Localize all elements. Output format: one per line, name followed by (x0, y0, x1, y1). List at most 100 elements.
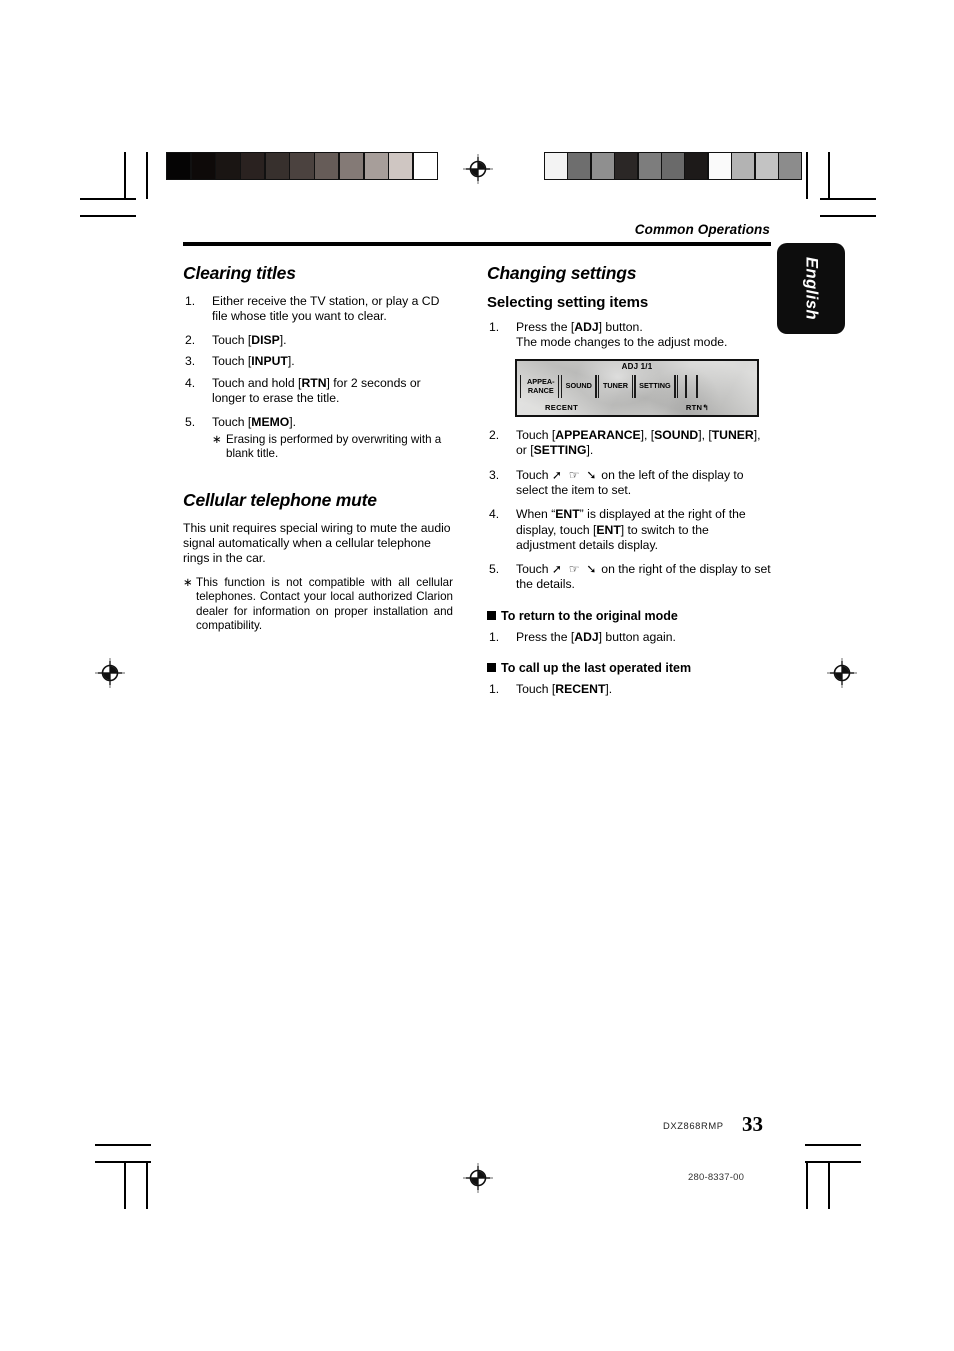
list-item: 1. Press the [ADJ] button. The mode chan… (487, 320, 771, 351)
crop-mark-tl-v (124, 152, 126, 199)
header-rule (183, 242, 771, 246)
display-button-tuner[interactable]: TUNER (600, 374, 631, 399)
step-text: Press the [ADJ] button. The mode changes… (516, 319, 728, 349)
crop-mark-br-h (805, 1144, 861, 1146)
step-number: 1. (489, 682, 500, 697)
calibration-swatch-5 (662, 153, 684, 179)
calibration-swatch-2 (216, 153, 240, 179)
step-text: Touch [RECENT]. (516, 682, 613, 697)
list-item: 5. Touch ➚ ☞ ➘ on the right of the displ… (487, 562, 771, 593)
touch-glyphs-icon: ➚ ☞ ➘ (551, 467, 598, 482)
calibration-swatch-9 (389, 153, 413, 179)
crop-mark-bl-h (95, 1144, 151, 1146)
page-number: 33 (742, 1112, 763, 1136)
registration-mark-bottom (463, 1163, 493, 1193)
crop-mark-bl-v2 (146, 1162, 148, 1209)
step-number: 5. (489, 562, 500, 577)
subsection-title-selecting-setting-items: Selecting setting items (487, 293, 649, 311)
step-number: 2. (185, 333, 196, 348)
two-column-layout: Clearing titles 1. Either receive the TV… (183, 263, 771, 704)
calibration-swatch-2 (591, 153, 614, 179)
calibration-swatch-10 (413, 153, 438, 179)
step-text: Touch ➚ ☞ ➘ on the right of the display … (516, 562, 771, 592)
registration-mark-top (463, 154, 493, 184)
square-bullet-icon (487, 610, 496, 620)
list-item: 1. Touch [RECENT]. (487, 682, 771, 697)
list-item: 4. Touch and hold [RTN] for 2 seconds or… (183, 376, 453, 407)
step-text: Touch [MEMO]. (212, 415, 296, 430)
step-text: Press the [ADJ] button again. (516, 629, 676, 644)
crop-mark-br-v (828, 1162, 830, 1209)
running-head: Common Operations (634, 222, 770, 237)
calibration-swatch-7 (339, 153, 363, 179)
calibration-swatch-8 (732, 153, 755, 179)
display-button-setting[interactable]: SETTING (636, 374, 674, 399)
list-item: 3. Touch ➚ ☞ ➘ on the left of the displa… (487, 468, 771, 499)
calibration-bar-left (166, 152, 438, 180)
display-adj-label: ADJ 1/1 (621, 362, 653, 372)
crop-mark-tr-v2 (806, 152, 808, 199)
list-item: 5. Touch [MEMO]. ∗ Erasing is performed … (183, 415, 453, 461)
calibration-swatch-3 (241, 153, 265, 179)
step-number: 5. (185, 415, 196, 430)
calibration-swatch-0 (545, 153, 567, 179)
display-divider (696, 374, 701, 399)
step-text-line2: The mode changes to the adjust mode. (516, 334, 728, 349)
block-title-return-original-mode: To return to the original mode (487, 609, 771, 623)
crop-mark-br-v2 (806, 1162, 808, 1209)
step-text: Touch [INPUT]. (212, 354, 295, 369)
list-item: 1. Either receive the TV station, or pla… (183, 294, 453, 325)
calibration-swatch-5 (290, 153, 314, 179)
section-title-cellular-mute: Cellular telephone mute (183, 489, 377, 510)
selecting-setting-items-steps: 1. Press the [ADJ] button. The mode chan… (487, 320, 771, 351)
crop-mark-tl-v2 (146, 152, 148, 199)
block-title-text: To call up the last operated item (501, 661, 692, 676)
calibration-swatch-3 (615, 153, 638, 179)
square-bullet-icon (487, 663, 496, 673)
calibration-swatch-6 (685, 153, 708, 179)
display-button-recent[interactable]: RECENT (545, 403, 578, 412)
crop-mark-br-h2 (805, 1161, 861, 1163)
display-button-row: APPEA- RANCE SOUND TUNER SETTING (519, 374, 755, 399)
call-last-operated-item-steps: 1. Touch [RECENT]. (487, 682, 771, 697)
calibration-swatch-1 (568, 153, 591, 179)
step-text: Touch and hold [RTN] for 2 seconds or lo… (212, 375, 421, 405)
display-bottom-row: RECENT RTN↰ (517, 402, 757, 414)
step-text: Either receive the TV station, or play a… (212, 293, 440, 323)
display-button-rtn[interactable]: RTN↰ (686, 403, 709, 412)
calibration-swatch-9 (755, 153, 778, 179)
left-column: Clearing titles 1. Either receive the TV… (183, 263, 477, 704)
calibration-swatch-6 (315, 153, 339, 179)
crop-mark-tr-v (828, 152, 830, 199)
calibration-swatch-1 (191, 153, 215, 179)
display-button-appearance[interactable]: APPEA- RANCE (524, 374, 558, 399)
right-column: Changing settings Selecting setting item… (477, 263, 771, 704)
step-text: Touch ➚ ☞ ➘ on the left of the display t… (516, 467, 744, 497)
registration-mark-left (95, 658, 125, 688)
asterisk-marker: ∗ (212, 432, 222, 446)
list-item: 2. Touch [APPEARANCE], [SOUND], [TUNER],… (487, 428, 771, 459)
step-number: 1. (185, 293, 196, 308)
block-title-call-last-operated-item: To call up the last operated item (487, 661, 771, 675)
touch-glyphs-icon: ➚ ☞ ➘ (551, 562, 598, 577)
list-item: 4. When “ENT” is displayed at the right … (487, 507, 771, 553)
step-note: ∗ Erasing is performed by overwriting wi… (212, 433, 453, 462)
crop-mark-bl-h2 (95, 1161, 151, 1163)
step-text: Touch [DISP]. (212, 333, 287, 348)
footer-model-number: DXZ868RMP (663, 1120, 724, 1131)
language-tab-label: English (802, 256, 821, 321)
registration-mark-right (827, 658, 857, 688)
page-content: Common Operations Clearing titles 1. Eit… (183, 222, 771, 703)
step-number: 4. (185, 375, 196, 390)
asterisk-marker: ∗ (183, 575, 193, 589)
calibration-swatch-4 (638, 153, 661, 179)
display-button-sound[interactable]: SOUND (563, 374, 595, 399)
cellular-mute-paragraph: This unit requires special wiring to mut… (183, 520, 451, 566)
selecting-setting-items-steps-cont: 2. Touch [APPEARANCE], [SOUND], [TUNER],… (487, 428, 771, 593)
crop-mark-bl-v (124, 1162, 126, 1209)
list-item: 3. Touch [INPUT]. (183, 354, 453, 369)
step-number: 2. (489, 428, 500, 443)
calibration-swatch-7 (708, 153, 731, 179)
crop-mark-tl-h (80, 198, 136, 200)
list-item: 1. Press the [ADJ] button again. (487, 630, 771, 645)
